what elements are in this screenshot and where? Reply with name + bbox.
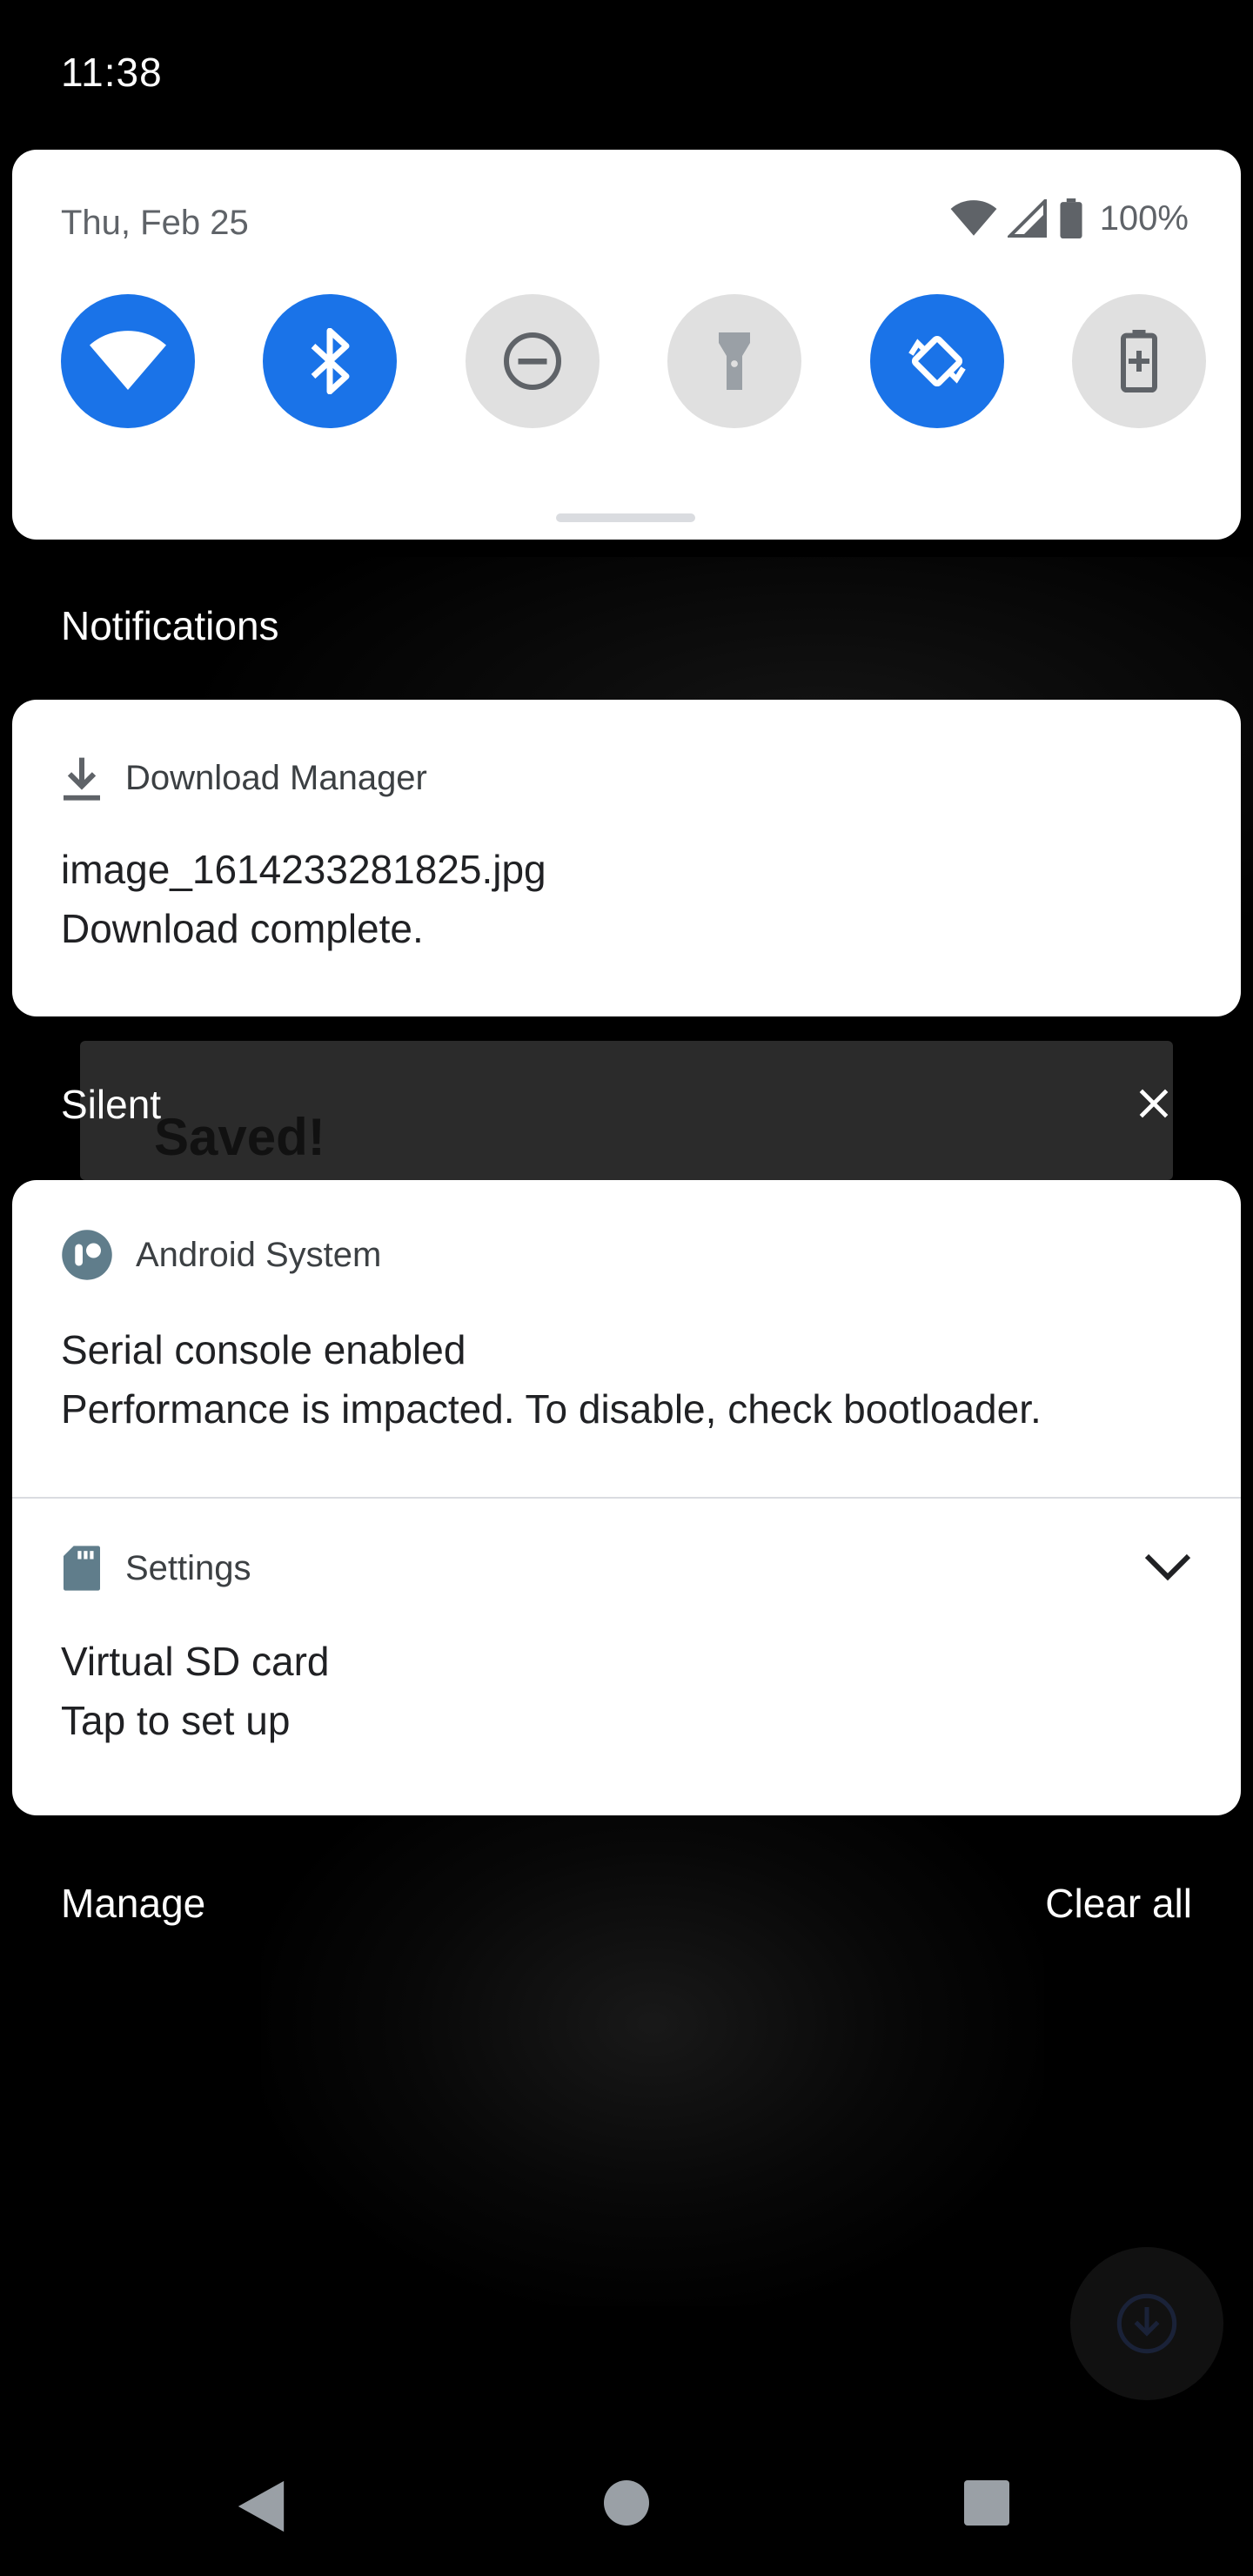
app-name: Download Manager (125, 758, 427, 797)
background-snackbar: Saved! (80, 1041, 1173, 1180)
notifications-header: Notifications (61, 603, 279, 648)
battery-icon (1060, 198, 1082, 238)
clear-all-button[interactable]: Clear all (1045, 1880, 1192, 1927)
cell-signal-icon (1007, 199, 1047, 238)
notification-android-system[interactable]: Android System Serial console enabled Pe… (12, 1180, 1241, 1497)
snackbar-text: Saved! (154, 1108, 325, 1166)
do-not-disturb-icon (503, 332, 561, 390)
flashlight-tile[interactable] (667, 294, 802, 428)
battery-percent: 100% (1099, 198, 1189, 238)
notification-header: Settings (61, 1544, 251, 1593)
notification-header: Download Manager (61, 754, 427, 802)
notification-text: Download complete. (61, 906, 424, 951)
wifi-signal-icon (950, 200, 997, 236)
status-bar-time: 11:38 (61, 50, 163, 95)
recents-icon (964, 2480, 1009, 2526)
qs-date[interactable]: Thu, Feb 25 (61, 204, 249, 243)
qs-tiles (61, 294, 1206, 428)
back-icon (238, 2480, 285, 2532)
bluetooth-icon (312, 328, 350, 394)
manage-button[interactable]: Manage (61, 1880, 205, 1927)
silent-header: Silent (61, 1082, 162, 1127)
wifi-icon (90, 331, 166, 390)
navigation-bar (0, 2437, 1253, 2576)
app-name: Android System (136, 1235, 382, 1274)
do-not-disturb-tile[interactable] (465, 294, 600, 428)
notification-title: Serial console enabled (61, 1327, 466, 1372)
download-icon (64, 757, 100, 801)
notification-header: Android System (61, 1229, 381, 1281)
notification-title: image_1614233281825.jpg (61, 847, 546, 892)
background-download-fab (1070, 2247, 1223, 2400)
notification-title: Virtual SD card (61, 1639, 330, 1684)
android-system-icon (62, 1230, 112, 1280)
app-name: Settings (125, 1548, 251, 1587)
notification-download-manager[interactable]: Download Manager image_1614233281825.jpg… (12, 700, 1241, 1016)
battery-saver-tile[interactable] (1071, 294, 1206, 428)
silent-notifications-group: Android System Serial console enabled Pe… (12, 1180, 1241, 1815)
bluetooth-tile[interactable] (263, 294, 398, 428)
wifi-tile[interactable] (61, 294, 195, 428)
quick-settings-panel: Thu, Feb 25 100% (12, 150, 1241, 540)
close-icon (1139, 1089, 1169, 1118)
chevron-down-icon (1144, 1553, 1191, 1581)
battery-saver-icon (1120, 330, 1157, 392)
auto-rotate-tile[interactable] (869, 294, 1004, 428)
download-circle-icon (1116, 2293, 1177, 2354)
auto-rotate-icon (908, 335, 966, 387)
expand-button[interactable] (1143, 1549, 1192, 1584)
background-image (261, 1741, 1044, 2306)
qs-status-icons: 100% (950, 198, 1189, 238)
notification-text: Performance is impacted. To disable, che… (61, 1386, 1042, 1432)
home-icon (604, 2480, 649, 2526)
qs-drag-handle[interactable] (556, 513, 695, 522)
back-button[interactable] (235, 2479, 287, 2539)
notification-settings[interactable]: Settings Virtual SD card Tap to set up (12, 1499, 1241, 1815)
dismiss-silent-button[interactable] (1135, 1084, 1173, 1123)
flashlight-icon (719, 332, 751, 390)
notification-text: Tap to set up (61, 1698, 291, 1743)
sd-card-icon (64, 1546, 100, 1591)
home-button[interactable] (604, 2480, 649, 2530)
recents-button[interactable] (964, 2480, 1009, 2530)
